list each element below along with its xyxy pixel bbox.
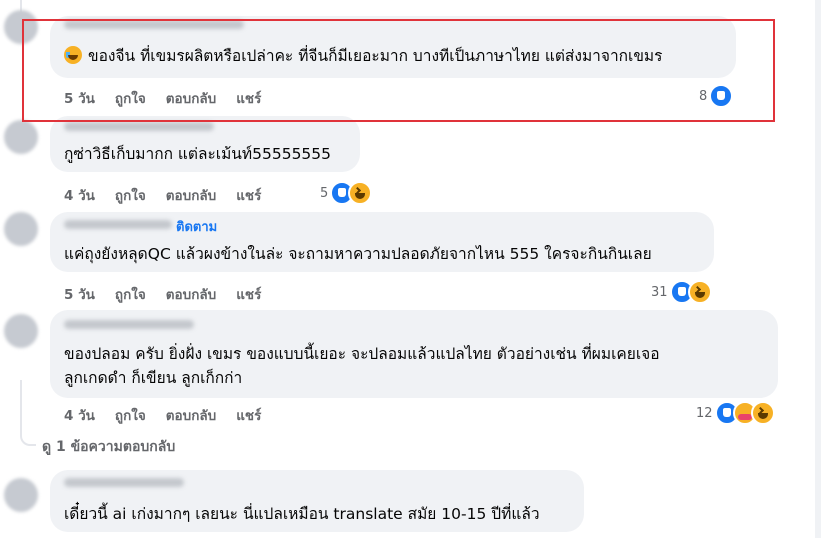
reply-button[interactable]: ตอบกลับ [166,283,216,305]
like-button[interactable]: ถูกใจ [115,404,146,426]
haha-reaction-icon [348,181,373,205]
commenter-name-blurred[interactable] [64,320,194,329]
comment-bubble: ติดตาม แค่ถุงยังหลุดQC แล้วผงข้างในล่ะ จ… [50,212,714,272]
see-replies-link[interactable]: ดู 1 ข้อความตอบกลับ [42,436,175,458]
share-button[interactable]: แชร์ [236,404,261,426]
reaction-count: 5 [320,185,329,201]
reply-button[interactable]: ตอบกลับ [166,404,216,426]
like-button[interactable]: ถูกใจ [115,184,146,206]
comment-time[interactable]: 4 วัน [64,184,95,206]
reaction-count: 12 [696,405,713,421]
commenter-name-blurred[interactable] [64,478,184,487]
haha-reaction-icon [687,280,712,304]
comment-text-line: ลูกเกดดำ ก็เขียน ลูกเก็กก่า [64,369,243,387]
avatar[interactable] [4,120,38,154]
comment-text-line: ของปลอม ครับ ยิ่งฝั่ง เขมร ของแบบนี้เยอะ… [64,345,660,363]
avatar[interactable] [4,314,38,348]
comment-text-line: กูซ่าวิธีเก็บมากก แต่ละเม้นท์55555555 [64,145,332,163]
reaction-summary[interactable]: 31 [651,280,712,304]
highlight-box [22,19,775,122]
comment-bubble: กูซ่าวิธีเก็บมากก แต่ละเม้นท์55555555 [50,116,360,172]
comment-actions: 5 วัน ถูกใจ ตอบกลับ แชร์ [64,283,281,305]
share-button[interactable]: แชร์ [236,283,261,305]
commenter-name-blurred[interactable] [64,122,214,131]
avatar[interactable] [4,478,38,512]
follow-button[interactable]: ติดตาม [176,216,217,237]
comment-time[interactable]: 4 วัน [64,404,95,426]
comment-time[interactable]: 5 วัน [64,283,95,305]
like-button[interactable]: ถูกใจ [115,283,146,305]
reaction-summary[interactable]: 12 [696,401,775,425]
thread-curve [20,430,36,446]
see-replies-label: ดู 1 ข้อความตอบกลับ [42,439,176,455]
reply-button[interactable]: ตอบกลับ [166,184,216,206]
comment-bubble: เดี๋ยวนี้ ai เก่งมากๆ เลยนะ นี่แปลเหมือน… [50,470,584,532]
avatar[interactable] [4,212,38,246]
thread-line [20,380,22,430]
comment-actions: 4 วัน ถูกใจ ตอบกลับ แชร์ [64,184,281,206]
comment-actions: 4 วัน ถูกใจ ตอบกลับ แชร์ [64,404,281,426]
commenter-name-blurred[interactable] [64,220,172,229]
share-button[interactable]: แชร์ [236,184,261,206]
reaction-count: 31 [651,284,668,300]
page-edge [815,0,821,538]
reaction-summary[interactable]: 5 [320,181,373,205]
comment-bubble: ของปลอม ครับ ยิ่งฝั่ง เขมร ของแบบนี้เยอะ… [50,310,778,398]
comment-text-line: แค่ถุงยังหลุดQC แล้วผงข้างในล่ะ จะถามหาค… [64,245,652,263]
haha-reaction-icon [750,401,775,425]
comment-text-line: เดี๋ยวนี้ ai เก่งมากๆ เลยนะ นี่แปลเหมือน… [64,505,540,523]
